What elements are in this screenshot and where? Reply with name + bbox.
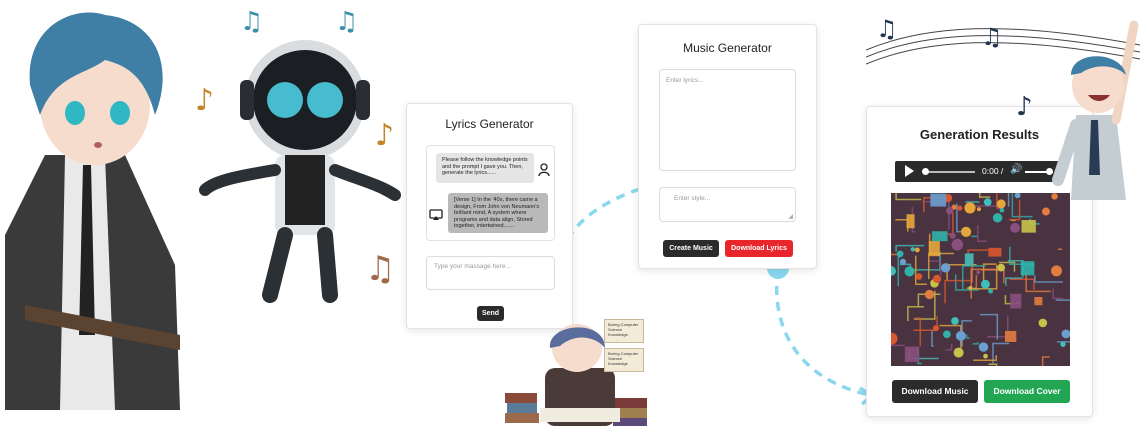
lyrics-generator-card: Lyrics Generator Please follow the knowl… (406, 103, 573, 329)
svg-text:♫: ♫ (876, 15, 898, 43)
download-lyrics-button[interactable]: Download Lyrics (725, 240, 793, 257)
style-textarea-placeholder: Enter style... (674, 195, 711, 202)
lyrics-generator-title: Lyrics Generator (445, 117, 534, 131)
svg-text:♪: ♪ (1016, 92, 1033, 122)
lyrics-textarea-placeholder: Enter lyrics... (666, 77, 704, 84)
svg-text:♪: ♪ (375, 118, 394, 153)
download-music-button[interactable]: Download Music (892, 380, 978, 403)
message-input[interactable]: Type your massage here... (426, 256, 555, 290)
cheering-boy-illustration: ♫ ♫ ♪ (866, 15, 1140, 200)
lyrics-textarea[interactable]: Enter lyrics... (659, 69, 796, 171)
style-textarea[interactable]: Enter style... ◢ (659, 187, 796, 222)
svg-text:♫: ♫ (365, 249, 395, 289)
connector-music-to-results (775, 269, 871, 397)
svg-text:♫: ♫ (981, 23, 1003, 51)
user-icon (538, 163, 550, 177)
message-input-placeholder: Type your massage here... (434, 263, 511, 270)
send-button[interactable]: Send (477, 306, 504, 321)
svg-text:♫: ♫ (335, 7, 358, 37)
robot-illustration: ♫ ♫ ♪ ♪ ♫ (195, 7, 401, 303)
svg-text:♫: ♫ (240, 7, 263, 37)
bot-message: [Verse 1] In the '40s, there came a desi… (448, 193, 548, 233)
svg-text:♪: ♪ (195, 83, 214, 118)
bot-icon (429, 209, 443, 220)
user-message: Please follow the knowledge points and t… (436, 153, 534, 183)
anime-boy-illustration (5, 5, 185, 410)
sticky-note: Boring Computer Science Knowledge (604, 319, 644, 343)
music-generator-title: Music Generator (683, 41, 772, 55)
cover-art-image (891, 193, 1070, 366)
music-generator-card: Music Generator Enter lyrics... Enter st… (638, 24, 817, 269)
chat-panel: Please follow the knowledge points and t… (426, 145, 555, 241)
download-cover-button[interactable]: Download Cover (984, 380, 1070, 403)
resize-handle-icon[interactable]: ◢ (788, 213, 793, 220)
create-music-button[interactable]: Create Music (663, 240, 719, 257)
sticky-note: Boring Computer Science Knowledge (604, 348, 644, 372)
